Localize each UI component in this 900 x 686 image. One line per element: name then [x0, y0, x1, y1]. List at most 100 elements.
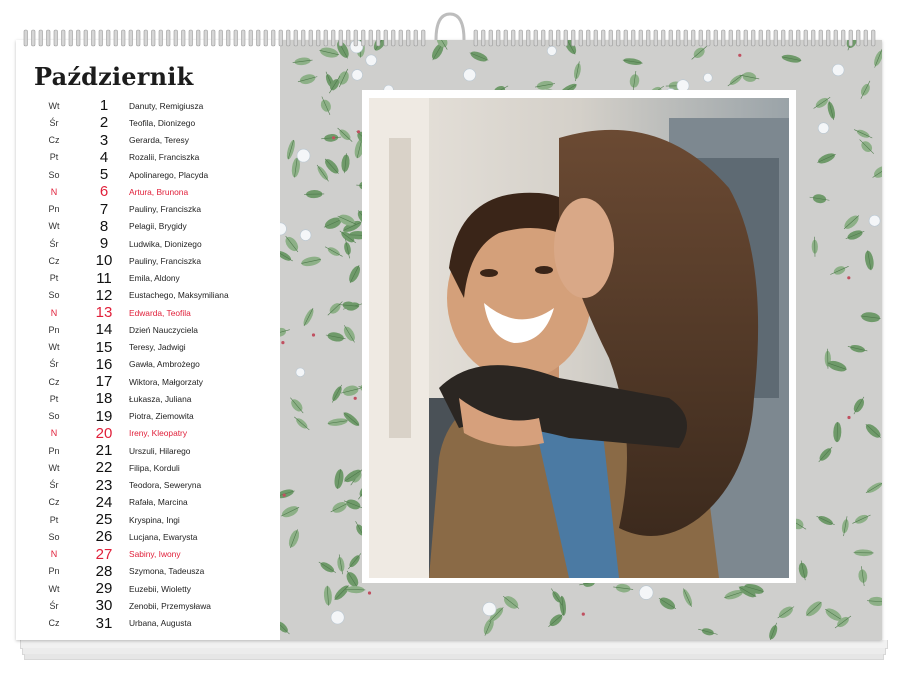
binding-loop	[653, 29, 658, 47]
weekday-label: Śr	[49, 238, 59, 249]
leaf-sprig	[337, 127, 353, 142]
leaf-sprig	[340, 385, 361, 396]
weekday-label: Cz	[48, 376, 60, 387]
binding-loop	[286, 29, 291, 47]
binding-loop	[316, 29, 321, 47]
leaf-sprig	[327, 418, 348, 426]
name-day-label: Łukasza, Juliana	[129, 393, 192, 404]
binding-loop	[391, 29, 396, 47]
leaf-sprig	[325, 332, 346, 342]
day-row: Cz 17 Wiktora, Małgorzaty	[16, 373, 280, 390]
binding-loop	[788, 29, 793, 47]
day-row: Pt 11 Emila, Aldony	[16, 270, 280, 287]
day-row: Pt 18 Łukasza, Juliana	[16, 390, 280, 407]
binding-loop	[421, 29, 426, 47]
day-row: N 6 Artura, Brunona	[16, 183, 280, 200]
leaf-sprig	[809, 194, 830, 204]
white-flower	[817, 122, 830, 134]
wall-calendar: Październik Wt 1 Danuty, Remigiusza Śr 2 Teof…	[16, 40, 882, 640]
binding-loop	[121, 29, 126, 47]
weekday-label: N	[50, 549, 58, 560]
day-number: 6	[99, 183, 109, 201]
binding-loop	[106, 29, 111, 47]
leaf-sprig	[769, 622, 778, 640]
binding-loop	[811, 29, 816, 47]
day-number: 4	[99, 148, 109, 166]
name-day-label: Filipa, Korduli	[129, 462, 180, 473]
leaf-sprig	[324, 246, 343, 257]
weekday-label: Śr	[49, 359, 59, 370]
berry	[282, 493, 286, 497]
weekday-label: Cz	[48, 135, 60, 146]
weekday-label: Śr	[49, 600, 59, 611]
white-flower	[295, 367, 305, 377]
leaf-sprig	[860, 80, 871, 99]
binding-loop	[661, 29, 666, 47]
leaf-sprig	[290, 397, 304, 414]
binding-loop	[188, 29, 193, 47]
weekday-label: Cz	[48, 497, 60, 508]
leaf-sprig	[292, 57, 313, 66]
berry	[367, 591, 372, 595]
day-row: Śr 30 Zenobii, Przemysława	[16, 597, 280, 614]
leaf-sprig	[337, 554, 345, 575]
name-day-label: Sabiny, Iwony	[129, 549, 181, 560]
leaf-sprig	[847, 345, 868, 353]
binding-loop	[863, 29, 868, 47]
name-day-label: Wiktora, Małgorzaty	[129, 376, 203, 387]
binding-loop	[833, 29, 838, 47]
binding-loop	[796, 29, 801, 47]
leaf-sprig	[867, 596, 882, 606]
binding-loop	[676, 29, 681, 47]
weekday-label: Wt	[48, 342, 60, 353]
binding-loop	[308, 29, 313, 47]
leaf-sprig	[303, 308, 314, 327]
day-number: 20	[95, 424, 113, 442]
leaf-sprig	[323, 585, 332, 606]
binding-loop	[368, 29, 373, 47]
name-day-label: Kryspina, Ingi	[129, 514, 180, 525]
leaf-sprig	[332, 384, 342, 403]
leaf-sprig	[613, 583, 634, 593]
name-day-label: Lucjana, Ewarysta	[129, 531, 198, 542]
binding-loop	[623, 29, 628, 47]
white-flower	[280, 222, 287, 236]
binding-loop	[68, 29, 73, 47]
calendar-day-panel: Październik Wt 1 Danuty, Remigiusza Śr 2 Teof…	[16, 40, 280, 640]
leaf-sprig	[818, 446, 833, 463]
leaf-sprig	[865, 423, 881, 438]
binding-loop	[323, 29, 328, 47]
binding-loop	[698, 29, 703, 47]
name-day-label: Zenobii, Przemysława	[129, 600, 211, 611]
leaf-sprig	[854, 129, 873, 139]
couple-photo	[369, 98, 789, 578]
name-day-label: Szymona, Tadeusza	[129, 566, 205, 577]
day-row: Wt 15 Teresy, Jadwigi	[16, 339, 280, 356]
day-number: 8	[99, 217, 109, 235]
day-row: Śr 9 Ludwika, Dionizego	[16, 235, 280, 252]
day-list: Wt 1 Danuty, Remigiusza Śr 2 Teofila, Dionize…	[16, 97, 280, 632]
day-number: 25	[95, 511, 113, 529]
berry	[281, 341, 285, 345]
binding-loop	[181, 29, 186, 47]
leaf-sprig	[798, 560, 808, 581]
leaf-sprig	[349, 265, 361, 284]
day-row: Cz 10 Pauliny, Franciszka	[16, 252, 280, 269]
berry	[581, 612, 585, 616]
day-number: 12	[95, 286, 113, 304]
binding-loop	[683, 29, 688, 47]
leaf-sprig	[343, 325, 355, 343]
day-row: Pn 21 Urszuli, Hilarego	[16, 442, 280, 459]
binding-loop	[586, 29, 591, 47]
white-flower	[639, 585, 654, 600]
name-day-label: Teofila, Dionizego	[129, 117, 196, 128]
day-number: 1	[99, 97, 109, 115]
day-number: 30	[95, 597, 113, 615]
binding-loop	[631, 29, 636, 47]
leaf-sprig	[845, 230, 865, 240]
day-number: 19	[95, 407, 113, 425]
weekday-label: Pt	[49, 152, 59, 163]
hanger-hook	[434, 12, 466, 41]
weekday-label: N	[50, 186, 58, 197]
leaf-sprig	[348, 553, 362, 570]
